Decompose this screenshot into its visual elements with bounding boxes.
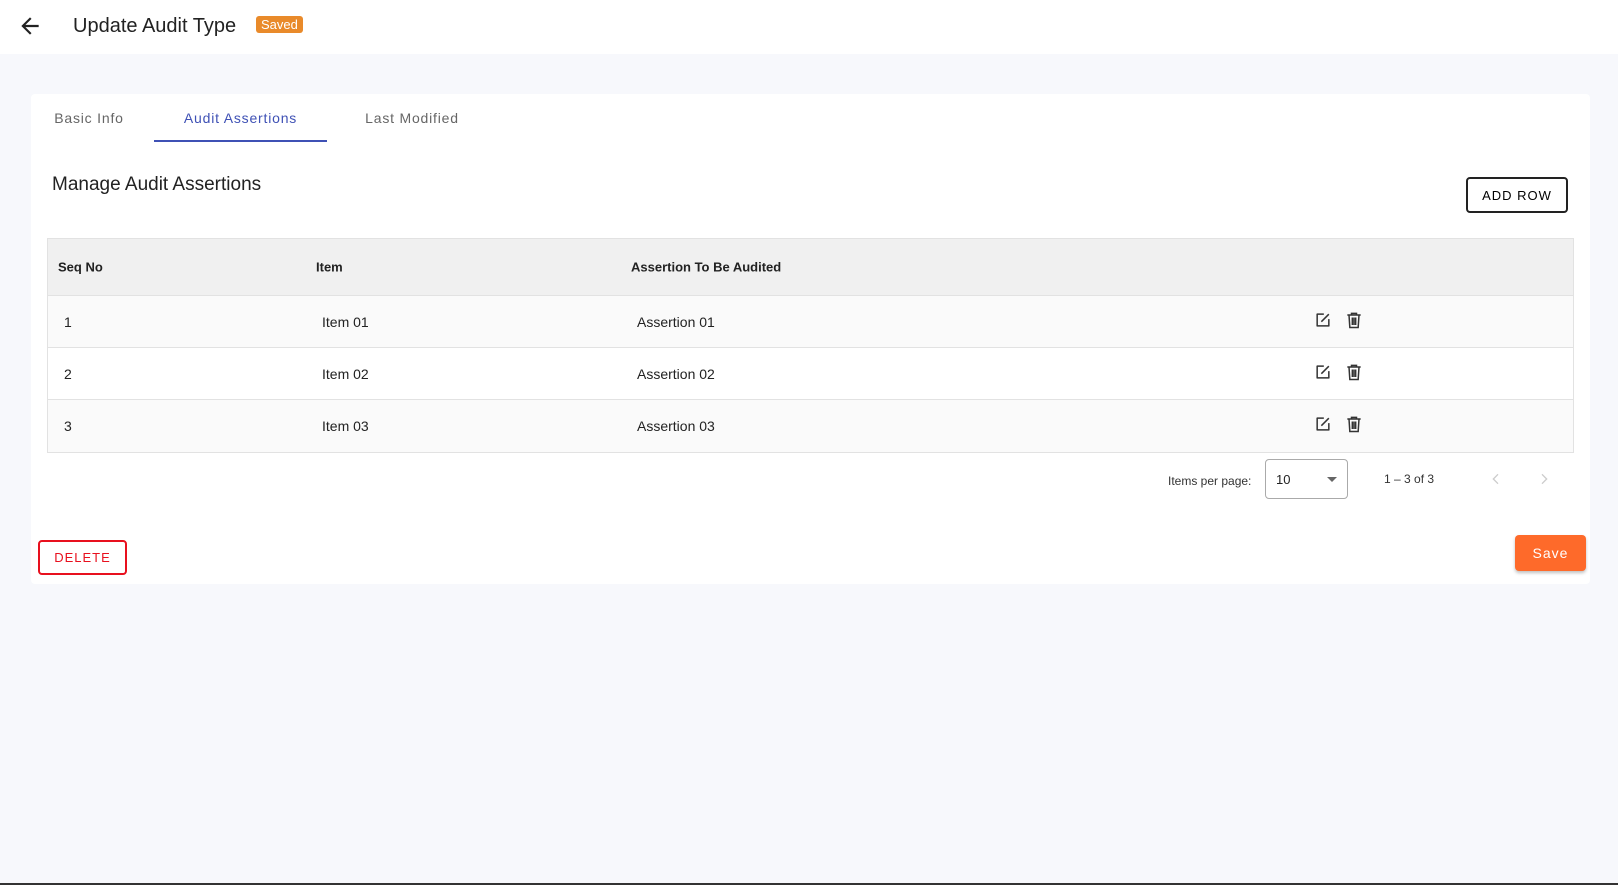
status-badge: Saved	[256, 16, 303, 33]
cell-assertion: Assertion 03	[637, 418, 715, 434]
assertions-table: Seq No Item Assertion To Be Audited 1 It…	[47, 238, 1574, 453]
tab-audit-assertions[interactable]: Audit Assertions	[154, 94, 327, 142]
table-header: Seq No Item Assertion To Be Audited	[48, 239, 1573, 296]
top-bar: Update Audit Type Saved	[0, 0, 1618, 54]
cell-item: Item 01	[322, 313, 369, 330]
tab-last-modified[interactable]: Last Modified	[327, 94, 497, 142]
cell-item: Item 02	[322, 365, 369, 382]
cell-assertion: Assertion 02	[637, 365, 715, 382]
tab-basic-info[interactable]: Basic Info	[31, 94, 147, 142]
table-row: 3 Item 03 Assertion 03	[48, 400, 1573, 452]
section-title: Manage Audit Assertions	[52, 174, 262, 195]
column-header-seq-no: Seq No	[58, 259, 103, 275]
cell-seq: 1	[64, 313, 72, 330]
cell-item: Item 03	[322, 418, 369, 434]
page-range: 1 – 3 of 3	[1384, 472, 1435, 486]
cell-seq: 2	[64, 365, 72, 382]
cell-assertion: Assertion 01	[637, 313, 715, 330]
next-page-icon[interactable]	[1536, 471, 1552, 487]
table-row: 2 Item 02 Assertion 02	[48, 348, 1573, 400]
delete-button[interactable]: DELETE	[38, 540, 127, 575]
edit-icon[interactable]	[1313, 362, 1333, 382]
column-header-item: Item	[316, 259, 343, 275]
trash-icon[interactable]	[1344, 310, 1364, 330]
edit-icon[interactable]	[1313, 414, 1333, 434]
trash-icon[interactable]	[1344, 362, 1364, 382]
trash-icon[interactable]	[1344, 414, 1364, 434]
table-row: 1 Item 01 Assertion 01	[48, 296, 1573, 348]
column-header-assertion: Assertion To Be Audited	[631, 259, 782, 275]
items-per-page-label: Items per page:	[1168, 474, 1252, 488]
cell-seq: 3	[64, 418, 72, 434]
main-card: Basic Info Audit Assertions Last Modifie…	[31, 94, 1590, 584]
previous-page-icon[interactable]	[1488, 471, 1504, 487]
back-arrow-icon[interactable]	[17, 12, 43, 40]
page-title: Update Audit Type	[73, 15, 237, 37]
page-size-value: 10	[1276, 472, 1291, 487]
page-size-select[interactable]: 10	[1265, 459, 1348, 499]
edit-icon[interactable]	[1313, 310, 1333, 330]
add-row-button[interactable]: ADD ROW	[1466, 177, 1568, 213]
save-button[interactable]: Save	[1515, 535, 1586, 571]
dropdown-arrow-icon	[1327, 477, 1337, 482]
